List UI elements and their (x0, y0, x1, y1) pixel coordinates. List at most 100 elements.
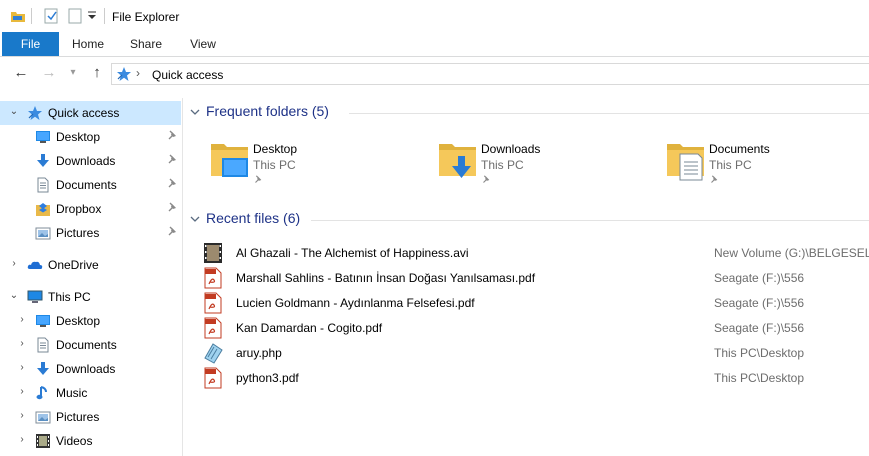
sidebar-item-label: Music (56, 386, 88, 400)
file-name: Al Ghazali - The Alchemist of Happiness.… (236, 246, 469, 260)
tab-view[interactable]: View (177, 32, 229, 56)
sidebar-item-onedrive[interactable]: › OneDrive (0, 253, 181, 277)
expand-chevron-icon[interactable]: › (16, 314, 28, 326)
address-bar[interactable]: › Quick access (111, 63, 869, 85)
ribbon-tabs: File Home Share View (0, 32, 869, 57)
file-name: Lucien Goldmann - Aydınlanma Felsefesi.p… (236, 296, 475, 310)
sidebar-item-label: Downloads (56, 362, 116, 376)
sidebar-item-pc-desktop[interactable]: › Desktop (0, 309, 181, 333)
tab-home[interactable]: Home (62, 32, 114, 56)
video-file-icon (203, 242, 223, 264)
group-title: Recent files (6) (206, 210, 301, 226)
sidebar-item-qa-downloads[interactable]: Downloads (0, 149, 181, 173)
recent-locations-button[interactable]: ▾ (64, 64, 82, 82)
folder-location: This PC (481, 158, 524, 172)
file-name: Marshall Sahlins - Batının İnsan Doğası … (236, 271, 536, 285)
pdf-file-icon (203, 267, 223, 289)
folder-tile-downloads[interactable]: Downloads This PC (436, 136, 636, 196)
collapse-chevron-icon[interactable]: ⌄ (8, 106, 20, 118)
sidebar-item-qa-desktop[interactable]: Desktop (0, 125, 181, 149)
group-divider (349, 113, 869, 114)
pin-icon (166, 178, 178, 190)
folder-name: Downloads (481, 142, 541, 156)
sidebar-item-pc-downloads[interactable]: › Downloads (0, 357, 181, 381)
sidebar-item-qa-documents[interactable]: Documents (0, 173, 181, 197)
navigation-pane: ⌄ Quick access Desktop Downloads Documen… (0, 98, 183, 456)
up-button[interactable]: ↑ (88, 64, 106, 82)
expand-chevron-icon[interactable]: › (16, 434, 28, 446)
recent-files-header[interactable]: Recent files (6) (189, 210, 869, 230)
expand-chevron-icon[interactable]: › (16, 410, 28, 422)
pin-icon (481, 174, 491, 186)
folder-name: Documents (709, 142, 770, 156)
group-collapse-chevron-icon[interactable] (189, 106, 201, 118)
this-pc-icon (27, 289, 43, 305)
list-item[interactable]: aruy.php This PC\Desktop (201, 341, 869, 365)
quick-access-star-icon (116, 66, 132, 82)
sidebar-item-label: Quick access (48, 106, 120, 120)
customize-qat-icon[interactable] (88, 11, 96, 21)
pdf-file-icon (203, 317, 223, 339)
breadcrumb-quick-access[interactable]: Quick access (152, 68, 223, 82)
list-item[interactable]: Kan Damardan - Cogito.pdf Seagate (F:)\5… (201, 316, 869, 340)
videos-icon (35, 433, 51, 449)
tab-share[interactable]: Share (120, 32, 172, 56)
group-collapse-chevron-icon[interactable] (189, 213, 201, 225)
back-button[interactable]: ← (12, 64, 30, 82)
folder-tile-desktop[interactable]: Desktop This PC (208, 136, 408, 196)
sidebar-item-label: Pictures (56, 410, 100, 424)
pictures-icon (35, 225, 51, 241)
pin-icon (166, 202, 178, 214)
chevron-down-icon: ▾ (70, 67, 76, 78)
expand-chevron-icon[interactable]: › (16, 386, 28, 398)
sidebar-item-qa-dropbox[interactable]: Dropbox (0, 197, 181, 221)
properties-icon[interactable] (44, 8, 60, 24)
list-item[interactable]: Lucien Goldmann - Aydınlanma Felsefesi.p… (201, 291, 869, 315)
downloads-folder-icon (436, 136, 482, 178)
content-pane: Frequent folders (5) Desktop This PC Dow… (183, 98, 869, 456)
group-divider (311, 220, 869, 221)
pin-icon (709, 174, 719, 186)
list-item[interactable]: python3.pdf This PC\Desktop (201, 366, 869, 390)
sidebar-item-label: Documents (56, 178, 117, 192)
file-location: This PC\Desktop (714, 371, 805, 385)
sidebar-item-this-pc[interactable]: ⌄ This PC (0, 285, 181, 309)
expand-chevron-icon[interactable]: › (16, 362, 28, 374)
sidebar-item-pc-documents[interactable]: › Documents (0, 333, 181, 357)
desktop-icon (35, 129, 51, 145)
sidebar-item-label: Desktop (56, 130, 101, 144)
pictures-icon (35, 409, 51, 425)
list-item[interactable]: Al Ghazali - The Alchemist of Happiness.… (201, 241, 869, 265)
sidebar-item-quick-access[interactable]: ⌄ Quick access (0, 101, 181, 125)
folder-name: Desktop (253, 142, 298, 156)
title-bar: File Explorer (0, 0, 869, 32)
forward-arrow-icon: → (41, 64, 57, 81)
pin-icon (166, 154, 178, 166)
frequent-folders-header[interactable]: Frequent folders (5) (189, 103, 869, 123)
sidebar-item-qa-pictures[interactable]: Pictures (0, 221, 181, 245)
tab-file[interactable]: File (2, 32, 59, 56)
desktop-folder-icon (208, 136, 248, 177)
pin-icon (166, 226, 178, 238)
pdf-file-icon (203, 292, 223, 314)
breadcrumb-chevron-icon[interactable]: › (136, 66, 140, 80)
sidebar-item-label: Desktop (56, 314, 101, 328)
forward-button[interactable]: → (40, 64, 58, 82)
file-location: Seagate (F:)\556 (714, 296, 805, 310)
sidebar-item-label: Dropbox (56, 202, 102, 216)
sidebar-item-label: Downloads (56, 154, 116, 168)
sidebar-item-pc-pictures[interactable]: › Pictures (0, 405, 181, 429)
documents-icon (35, 337, 51, 353)
address-row: ← → ▾ ↑ › Quick access (0, 57, 869, 91)
expand-chevron-icon[interactable]: › (8, 258, 20, 270)
list-item[interactable]: Marshall Sahlins - Batının İnsan Doğası … (201, 266, 869, 290)
file-name: aruy.php (236, 346, 282, 360)
sidebar-item-pc-videos[interactable]: › Videos (0, 429, 181, 453)
collapse-chevron-icon[interactable]: ⌄ (8, 290, 20, 302)
file-location: Seagate (F:)\556 (714, 271, 805, 285)
new-folder-icon[interactable] (68, 8, 84, 24)
expand-chevron-icon[interactable]: › (16, 338, 28, 350)
php-file-icon (203, 342, 223, 364)
folder-tile-documents[interactable]: Documents This PC (664, 136, 864, 196)
sidebar-item-pc-music[interactable]: › Music (0, 381, 181, 405)
